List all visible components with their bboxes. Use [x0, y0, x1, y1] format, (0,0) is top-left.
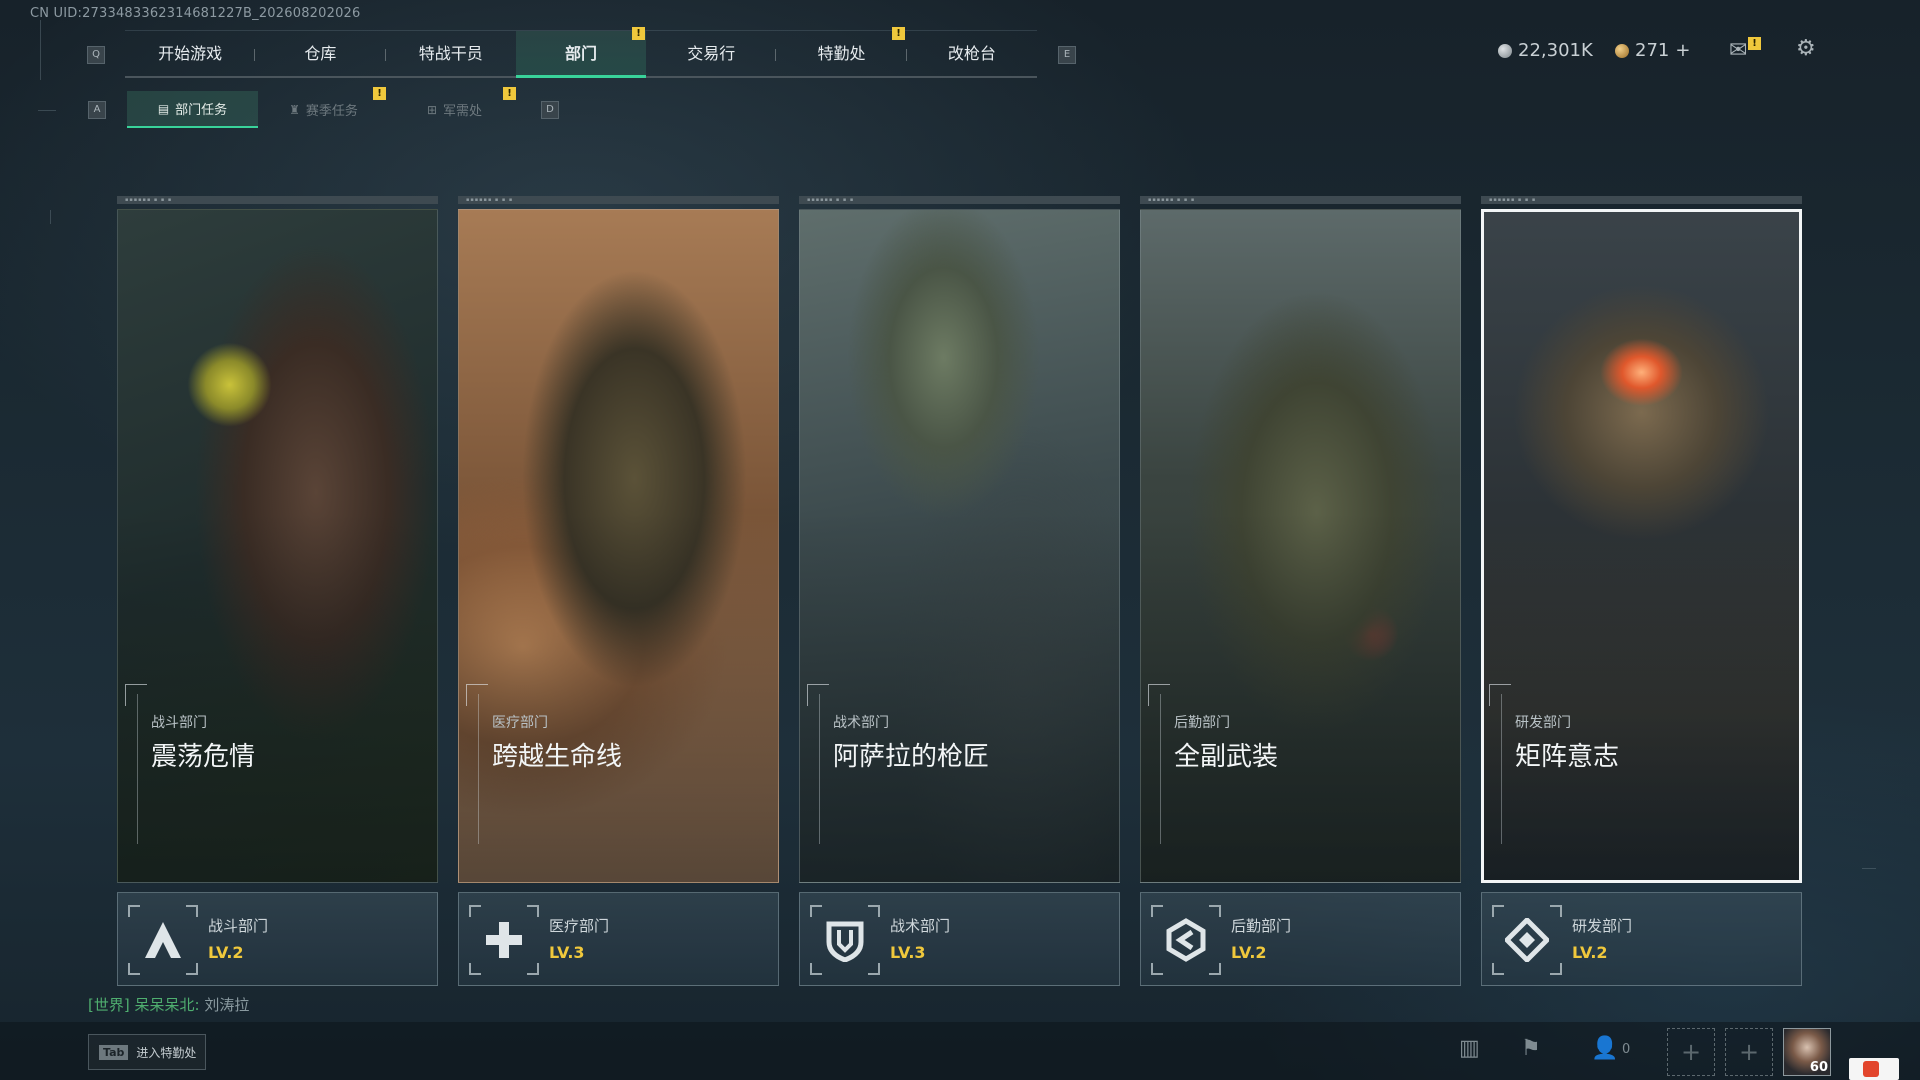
- tab-key-hint: Tab: [99, 1044, 129, 1060]
- department-card-combat[interactable]: ▪▪▪▪▪▪ ▪ ▪ ▪ 战斗部门 震荡危情: [117, 196, 438, 883]
- settings-gear-icon[interactable]: ⚙: [1796, 36, 1816, 61]
- department-card-logistics[interactable]: ▪▪▪▪▪▪ ▪ ▪ ▪ 后勤部门 全副武装: [1140, 196, 1461, 883]
- quartermaster-alert-badge: !: [503, 87, 516, 100]
- input-method-icon: [1863, 1061, 1879, 1077]
- subtab-season-tasks[interactable]: ♜ 赛季任务: [258, 91, 389, 128]
- card-department-label: 医疗部门: [492, 715, 548, 731]
- department-panel-medical[interactable]: 医疗部门 LV.3: [458, 892, 779, 986]
- silver-currency: 22,301K: [1498, 40, 1593, 61]
- card-art-medical: [458, 209, 779, 883]
- department-level: LV.3: [890, 943, 926, 962]
- department-name: 研发部门: [1572, 917, 1633, 935]
- tab-gunsmith[interactable]: 改枪台: [907, 31, 1037, 76]
- add-currency-button[interactable]: +: [1675, 40, 1690, 61]
- system-tray[interactable]: [1849, 1058, 1899, 1080]
- mail-alert-badge: !: [1748, 37, 1761, 50]
- season-tasks-alert-badge: !: [373, 87, 386, 100]
- department-card-medical[interactable]: ▪▪▪▪▪▪ ▪ ▪ ▪ 医疗部门 跨越生命线: [458, 196, 779, 883]
- nav-prev-key-hint: Q: [87, 46, 105, 64]
- player-level: 60: [1809, 1060, 1828, 1075]
- combat-a-icon: [128, 905, 198, 975]
- task-list-icon: ▤: [157, 101, 170, 116]
- trophy-icon: ♜: [289, 102, 300, 117]
- medical-cross-icon: [469, 905, 539, 975]
- department-level: LV.3: [549, 943, 585, 962]
- subnav-prev-key-hint: A: [88, 101, 106, 119]
- sub-nav: ▤ 部门任务 ♜ 赛季任务 ⊞ 军需处: [127, 91, 520, 128]
- tab-start-game[interactable]: 开始游戏: [125, 31, 256, 76]
- card-department-label: 战术部门: [833, 715, 889, 731]
- card-mission-title: 跨越生命线: [492, 742, 623, 772]
- player-avatar[interactable]: 60: [1783, 1028, 1831, 1076]
- subtab-quartermaster[interactable]: ⊞ 军需处: [389, 91, 520, 128]
- nav-next-key-hint: E: [1058, 46, 1076, 64]
- bottom-bar: [0, 1022, 1920, 1080]
- card-department-label: 战斗部门: [151, 715, 207, 731]
- tactical-shield-icon: [810, 905, 880, 975]
- gold-currency[interactable]: 271 +: [1615, 40, 1690, 61]
- stats-chart-icon[interactable]: ▥: [1459, 1036, 1480, 1061]
- tab-special-ops[interactable]: 特勤处: [776, 31, 907, 76]
- subnav-next-key-hint: D: [541, 101, 559, 119]
- supply-icon: ⊞: [426, 102, 438, 117]
- card-mission-title: 震荡危情: [151, 742, 256, 772]
- department-level: LV.2: [208, 943, 244, 962]
- card-art-tactical: [799, 209, 1120, 883]
- enter-special-ops-button[interactable]: Tab 进入特勤处: [88, 1034, 206, 1070]
- department-name: 战斗部门: [208, 917, 269, 935]
- department-name: 战术部门: [890, 917, 951, 935]
- chat-sender: 呆呆呆北:: [134, 996, 200, 1014]
- department-panel-research[interactable]: 研发部门 LV.2: [1481, 892, 1802, 986]
- flag-icon[interactable]: ⚑: [1521, 1036, 1541, 1061]
- logistics-hex-icon: [1151, 905, 1221, 975]
- special-ops-alert-badge: !: [892, 27, 905, 40]
- departments-alert-badge: !: [632, 27, 645, 40]
- edge-decoration: [1862, 868, 1876, 869]
- card-mission-title: 全副武装: [1174, 742, 1279, 772]
- tab-warehouse[interactable]: 仓库: [255, 31, 386, 76]
- edge-decoration: [50, 210, 51, 224]
- world-chat-line[interactable]: [世界] 呆呆呆北: 刘涛拉: [88, 994, 249, 1015]
- player-uid: CN UID:2733483362314681227B_202608202026: [30, 6, 361, 21]
- card-department-label: 后勤部门: [1174, 715, 1230, 731]
- card-art-research: [1481, 209, 1802, 883]
- subtab-label: 军需处: [443, 104, 483, 119]
- subtab-department-tasks[interactable]: ▤ 部门任务: [127, 91, 258, 128]
- card-art-logistics: [1140, 209, 1461, 883]
- enter-special-ops-label: 进入特勤处: [136, 1045, 197, 1060]
- card-art-combat: [117, 209, 438, 883]
- department-name: 后勤部门: [1231, 917, 1292, 935]
- subtab-label: 部门任务: [175, 103, 228, 118]
- chat-message: 刘涛拉: [204, 996, 250, 1014]
- edge-decoration: [38, 110, 56, 111]
- tab-operators[interactable]: 特战干员: [386, 31, 516, 76]
- department-card-research[interactable]: ▪▪▪▪▪▪ ▪ ▪ ▪ 研发部门 矩阵意志: [1481, 196, 1802, 883]
- gold-coin-icon: [1615, 43, 1629, 58]
- team-slot-empty[interactable]: +: [1725, 1028, 1773, 1076]
- card-department-label: 研发部门: [1515, 715, 1571, 731]
- subtab-label: 赛季任务: [305, 104, 358, 119]
- card-mission-title: 矩阵意志: [1515, 742, 1620, 772]
- silver-coin-icon: [1498, 43, 1512, 58]
- team-slot-empty[interactable]: +: [1667, 1028, 1715, 1076]
- friends-icon[interactable]: 👤: [1591, 1036, 1618, 1061]
- mail-icon[interactable]: ✉: [1729, 38, 1747, 63]
- department-panel-logistics[interactable]: 后勤部门 LV.2: [1140, 892, 1461, 986]
- silver-amount: 22,301K: [1518, 40, 1593, 61]
- department-card-tactical[interactable]: ▪▪▪▪▪▪ ▪ ▪ ▪ 战术部门 阿萨拉的枪匠: [799, 196, 1120, 883]
- department-panel-tactical[interactable]: 战术部门 LV.3: [799, 892, 1120, 986]
- department-level: LV.2: [1572, 943, 1608, 962]
- friends-count: 0: [1622, 1042, 1631, 1057]
- tab-trading[interactable]: 交易行: [646, 31, 777, 76]
- card-mission-title: 阿萨拉的枪匠: [833, 742, 990, 772]
- gold-amount: 271: [1635, 40, 1670, 61]
- chat-channel: [世界]: [88, 996, 130, 1014]
- department-level: LV.2: [1231, 943, 1267, 962]
- department-panel-combat[interactable]: 战斗部门 LV.2: [117, 892, 438, 986]
- department-name: 医疗部门: [549, 917, 610, 935]
- research-diamond-icon: [1492, 905, 1562, 975]
- tab-departments[interactable]: 部门: [515, 31, 647, 78]
- edge-decoration: [40, 20, 41, 80]
